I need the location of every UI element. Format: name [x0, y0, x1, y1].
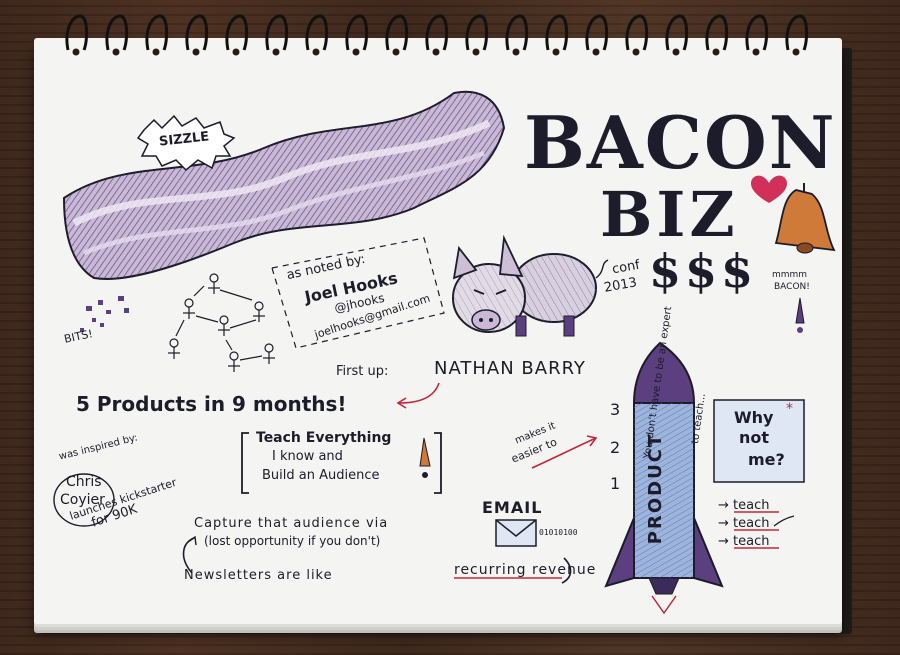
not-label: not: [739, 428, 770, 447]
lost-opportunity-text: (lost opportunity if you don't): [204, 534, 381, 548]
mmm-label: mmmm: [772, 270, 808, 280]
teach-box-line-1: Teach Everything: [256, 430, 392, 446]
recurring-revenue-text: recurring revenue: [454, 562, 597, 578]
title-biz: BIZ: [600, 178, 739, 251]
countdown-1: 1: [610, 474, 621, 493]
teach-word-3: teach: [733, 534, 770, 549]
sketchbook-page: * SIZZLE BACON BIZ $$$ conf 2013 mmmm BA…: [34, 38, 842, 624]
envelope-icon: [495, 519, 537, 547]
binary-text: 01010100: [539, 528, 578, 537]
star-icon: *: [786, 401, 793, 417]
first-up-label: First up:: [336, 364, 389, 379]
teach-list-2: → teach: [718, 516, 770, 531]
teach-list-1: → teach: [718, 498, 770, 513]
countdown-3: 3: [610, 400, 621, 419]
bacon-illustration: [62, 90, 506, 280]
teach-box-line-2: I know and: [272, 449, 343, 464]
pig-illustration: [452, 234, 609, 337]
chris-first-name: Chris: [66, 474, 102, 490]
title-bacon: BACON: [524, 100, 837, 185]
exclamation-mark: [795, 297, 805, 333]
email-word: EMAIL: [482, 498, 543, 517]
teach-box-line-3: Build an Audience: [262, 468, 380, 483]
stick-figure-network: [168, 273, 275, 372]
capture-audience-text: Capture that audience via: [194, 516, 389, 531]
teach-box-exclamation: [419, 437, 431, 478]
speaker-arrow: [398, 382, 440, 404]
bacon-bits: [80, 296, 129, 332]
teach-list-3: → teach: [718, 534, 770, 549]
teach-checkmark-arrow: [773, 515, 795, 527]
countdown-2: 2: [610, 438, 621, 457]
teach-word-2: teach: [733, 516, 770, 531]
mmm-bacon-label: BACON!: [774, 282, 810, 292]
me-label: me?: [748, 450, 785, 469]
spiral-coils: [65, 14, 809, 56]
newsletters-text: Newsletters are like: [184, 568, 333, 583]
products-heading: 5 Products in 9 months!: [76, 392, 347, 416]
teach-word-1: teach: [733, 498, 770, 513]
why-label: Why: [734, 408, 774, 427]
speaker-name: NATHAN BARRY: [434, 358, 586, 379]
bell-icon: [774, 183, 836, 254]
